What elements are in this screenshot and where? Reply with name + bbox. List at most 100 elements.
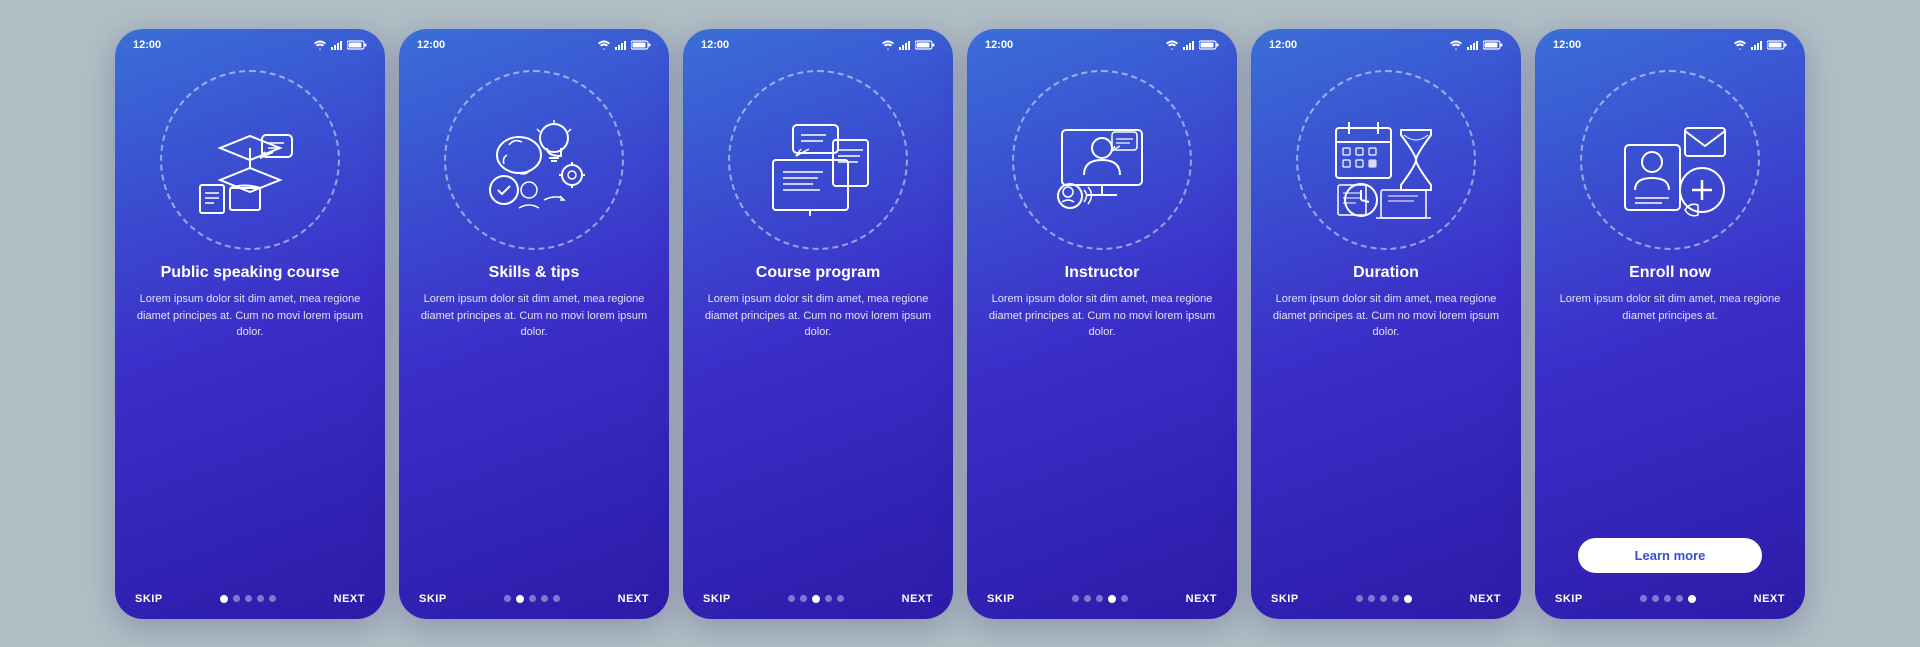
dot-6-4	[1688, 595, 1696, 603]
wifi-icon-3	[881, 40, 895, 50]
illustration-1	[155, 65, 345, 255]
battery-icon-2	[631, 40, 651, 50]
dot-2-1	[516, 595, 524, 603]
dot-6-1	[1652, 595, 1659, 602]
nav-dots-6	[1640, 595, 1696, 603]
dot-5-2	[1380, 595, 1387, 602]
dot-6-3	[1676, 595, 1683, 602]
phone-content-2: Skills & tips Lorem ipsum dolor sit dim …	[399, 263, 669, 583]
wifi-icon-6	[1733, 40, 1747, 50]
signal-icon-4	[1183, 40, 1195, 50]
signal-icon-3	[899, 40, 911, 50]
dot-2-3	[541, 595, 548, 602]
icon-group-6	[1575, 65, 1765, 255]
phone-title-1: Public speaking course	[135, 263, 365, 284]
next-button-5[interactable]: NEXT	[1470, 593, 1501, 605]
dot-6-2	[1664, 595, 1671, 602]
skip-button-3[interactable]: SKIP	[703, 593, 731, 605]
illustration-4	[1007, 65, 1197, 255]
illustration-3	[723, 65, 913, 255]
dot-1-0	[220, 595, 228, 603]
illustration-2	[439, 65, 629, 255]
next-button-2[interactable]: NEXT	[618, 593, 649, 605]
dot-3-3	[825, 595, 832, 602]
learn-more-button[interactable]: Learn more	[1578, 538, 1762, 573]
phone-title-3: Course program	[703, 263, 933, 284]
wifi-icon-2	[597, 40, 611, 50]
battery-icon-5	[1483, 40, 1503, 50]
dot-2-0	[504, 595, 511, 602]
dot-5-4	[1404, 595, 1412, 603]
phone-6: 12:00	[1535, 29, 1805, 619]
icon-group-3	[723, 65, 913, 255]
status-time-3: 12:00	[701, 39, 729, 51]
illustration-6	[1575, 65, 1765, 255]
phone-body-6: Lorem ipsum dolor sit dim amet, mea regi…	[1555, 291, 1785, 527]
status-bar-1: 12:00	[115, 29, 385, 55]
bottom-nav-1: SKIP NEXT	[115, 583, 385, 619]
bottom-nav-5: SKIP NEXT	[1251, 583, 1521, 619]
signal-icon	[331, 40, 343, 50]
next-button-4[interactable]: NEXT	[1186, 593, 1217, 605]
phone-content-5: Duration Lorem ipsum dolor sit dim amet,…	[1251, 263, 1521, 583]
nav-dots-1	[220, 595, 276, 603]
dot-4-3	[1108, 595, 1116, 603]
phone-content-1: Public speaking course Lorem ipsum dolor…	[115, 263, 385, 583]
nav-dots-5	[1356, 595, 1412, 603]
dot-6-0	[1640, 595, 1647, 602]
battery-icon-3	[915, 40, 935, 50]
dot-3-4	[837, 595, 844, 602]
skip-button-5[interactable]: SKIP	[1271, 593, 1299, 605]
status-time-2: 12:00	[417, 39, 445, 51]
dot-4-0	[1072, 595, 1079, 602]
signal-icon-6	[1751, 40, 1763, 50]
icon-group-1	[155, 65, 345, 255]
dot-5-3	[1392, 595, 1399, 602]
status-icons-5	[1449, 40, 1503, 50]
status-icons-4	[1165, 40, 1219, 50]
status-icons-1	[313, 40, 367, 50]
phone-title-4: Instructor	[987, 263, 1217, 284]
phone-title-6: Enroll now	[1555, 263, 1785, 284]
phone-body-2: Lorem ipsum dolor sit dim amet, mea regi…	[419, 291, 649, 582]
status-bar-3: 12:00	[683, 29, 953, 55]
signal-icon-2	[615, 40, 627, 50]
skip-button-1[interactable]: SKIP	[135, 593, 163, 605]
phone-content-3: Course program Lorem ipsum dolor sit dim…	[683, 263, 953, 583]
phone-body-4: Lorem ipsum dolor sit dim amet, mea regi…	[987, 291, 1217, 582]
skip-button-2[interactable]: SKIP	[419, 593, 447, 605]
battery-icon	[347, 40, 367, 50]
status-time-5: 12:00	[1269, 39, 1297, 51]
bottom-nav-2: SKIP NEXT	[399, 583, 669, 619]
status-bar-2: 12:00	[399, 29, 669, 55]
dot-4-4	[1121, 595, 1128, 602]
dot-1-2	[245, 595, 252, 602]
phones-container: 12:00	[95, 9, 1825, 639]
skip-button-4[interactable]: SKIP	[987, 593, 1015, 605]
nav-dots-3	[788, 595, 844, 603]
next-button-6[interactable]: NEXT	[1754, 593, 1785, 605]
phone-title-2: Skills & tips	[419, 263, 649, 284]
skip-button-6[interactable]: SKIP	[1555, 593, 1583, 605]
dot-3-1	[800, 595, 807, 602]
status-bar-5: 12:00	[1251, 29, 1521, 55]
wifi-icon-4	[1165, 40, 1179, 50]
phone-title-5: Duration	[1271, 263, 1501, 284]
phone-3: 12:00	[683, 29, 953, 619]
icon-group-5	[1291, 65, 1481, 255]
dot-1-3	[257, 595, 264, 602]
dot-5-1	[1368, 595, 1375, 602]
dot-5-0	[1356, 595, 1363, 602]
illustration-5	[1291, 65, 1481, 255]
next-button-1[interactable]: NEXT	[334, 593, 365, 605]
signal-icon-5	[1467, 40, 1479, 50]
phone-2: 12:00	[399, 29, 669, 619]
battery-icon-4	[1199, 40, 1219, 50]
status-time-6: 12:00	[1553, 39, 1581, 51]
phone-4: 12:00	[967, 29, 1237, 619]
next-button-3[interactable]: NEXT	[902, 593, 933, 605]
dot-3-2	[812, 595, 820, 603]
battery-icon-6	[1767, 40, 1787, 50]
status-icons-6	[1733, 40, 1787, 50]
dot-1-4	[269, 595, 276, 602]
